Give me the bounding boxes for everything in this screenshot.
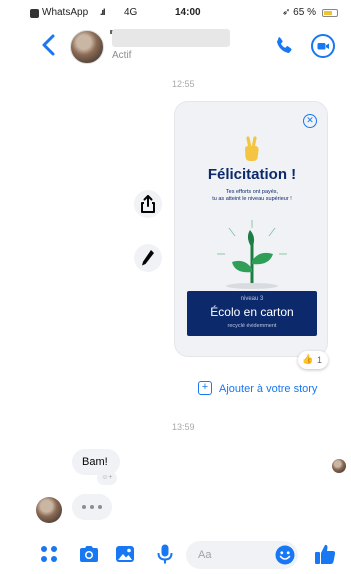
share-icon: [141, 195, 155, 213]
battery-fill: [324, 11, 332, 15]
phone-call-icon[interactable]: [272, 34, 296, 58]
message-input[interactable]: [198, 547, 268, 563]
battery-percent: 65 %: [293, 7, 316, 18]
typing-dot: [90, 505, 94, 509]
status-bar: WhatsApp .ıl 4G 14:00 ➶ 65 %: [0, 0, 351, 24]
battery-icon: [322, 9, 338, 17]
composer-bar: [0, 538, 351, 574]
camera-icon[interactable]: [78, 543, 100, 565]
message-timestamp: 12:55: [172, 79, 195, 89]
status-network: 4G: [124, 7, 138, 18]
typing-indicator: [72, 494, 112, 520]
sender-avatar[interactable]: [36, 497, 62, 523]
typing-dot: [82, 505, 86, 509]
banner-title: Écolo en carton: [210, 305, 294, 319]
card-title: Félicitation !: [207, 166, 297, 183]
message-timestamp: 13:59: [172, 422, 195, 432]
back-arrow-icon[interactable]: [38, 32, 60, 58]
conversation-header: Actif: [0, 24, 351, 68]
add-reaction-button[interactable]: ☺+: [97, 471, 117, 485]
typing-dot: [98, 505, 102, 509]
contact-avatar[interactable]: [70, 30, 104, 64]
seen-avatar: [332, 459, 346, 473]
share-button[interactable]: [134, 190, 162, 218]
add-to-story-label: Ajouter à votre story: [219, 383, 318, 395]
thumbs-up-reaction: 👍: [302, 354, 314, 364]
banner-level: niveau 3: [240, 296, 264, 302]
plant-illustration: [217, 220, 287, 289]
level-banner: niveau 3 Écolo en carton recyclé évidemm…: [187, 291, 317, 336]
reaction-count: 1: [317, 355, 323, 365]
thumbs-up-icon[interactable]: [313, 542, 337, 566]
close-icon[interactable]: ✕: [303, 114, 317, 128]
video-call-icon[interactable]: [310, 33, 336, 59]
microphone-icon[interactable]: [154, 543, 176, 565]
apps-grid-icon[interactable]: [38, 543, 60, 565]
victory-hand-icon: [245, 136, 259, 161]
contact-name-redacted[interactable]: [112, 29, 230, 47]
signal-icon: .ıl: [100, 7, 105, 17]
status-battery-text: ➶ 65 %: [282, 7, 316, 18]
add-story-icon: +: [198, 381, 212, 395]
card-message-line1: Tes efforts ont payés,: [225, 189, 279, 195]
status-time: 14:00: [175, 7, 201, 18]
location-icon: ➶: [282, 7, 291, 18]
reaction-chip[interactable]: 👍 1: [298, 351, 328, 369]
card-message-line2: tu as atteint le niveau supérieur !: [212, 196, 292, 202]
achievement-card[interactable]: ✕ Félicitation ! Tes efforts ont payés, …: [174, 101, 328, 357]
message-text: Bam!: [82, 456, 108, 468]
whatsapp-icon: [30, 9, 39, 18]
status-app-name: WhatsApp: [42, 7, 89, 18]
gallery-icon[interactable]: [114, 543, 136, 565]
contact-status: Actif: [112, 50, 132, 61]
message-composer[interactable]: [186, 541, 298, 569]
emoji-icon[interactable]: [274, 544, 296, 566]
pencil-icon: [142, 250, 154, 266]
edit-button[interactable]: [134, 244, 162, 272]
banner-subtitle: recyclé évidemment: [227, 323, 277, 329]
